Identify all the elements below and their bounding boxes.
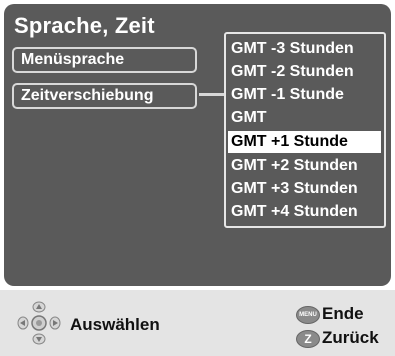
end-label: Ende — [322, 304, 364, 323]
dropdown-connector — [199, 93, 225, 96]
option-gmt-minus-3[interactable]: GMT -3 Stunden — [228, 38, 381, 60]
dpad-icon — [17, 301, 61, 345]
option-gmt-plus-3[interactable]: GMT +3 Stunden — [228, 178, 381, 200]
select-label: Auswählen — [70, 315, 160, 334]
menu-button-icon: MENU — [296, 306, 320, 324]
option-gmt-plus-4[interactable]: GMT +4 Stunden — [228, 201, 381, 223]
option-gmt-plus-1-selected[interactable]: GMT +1 Stunde — [228, 131, 381, 153]
page-title: Sprache, Zeit — [14, 13, 155, 38]
option-gmt-plus-2[interactable]: GMT +2 Stunden — [228, 155, 381, 177]
menu-item-time-offset[interactable]: Zeitverschiebung — [12, 83, 197, 109]
option-gmt-minus-1[interactable]: GMT -1 Stunde — [228, 84, 381, 106]
time-offset-dropdown[interactable]: GMT -3 Stunden GMT -2 Stunden GMT -1 Stu… — [224, 32, 386, 228]
osd-screen: Sprache, Zeit Menüsprache Zeitverschiebu… — [0, 0, 395, 356]
option-gmt-minus-2[interactable]: GMT -2 Stunden — [228, 61, 381, 83]
option-gmt[interactable]: GMT — [228, 107, 381, 129]
menu-item-menu-language[interactable]: Menüsprache — [12, 47, 197, 73]
z-button-icon: Z — [296, 330, 320, 348]
back-label: Zurück — [322, 328, 379, 347]
